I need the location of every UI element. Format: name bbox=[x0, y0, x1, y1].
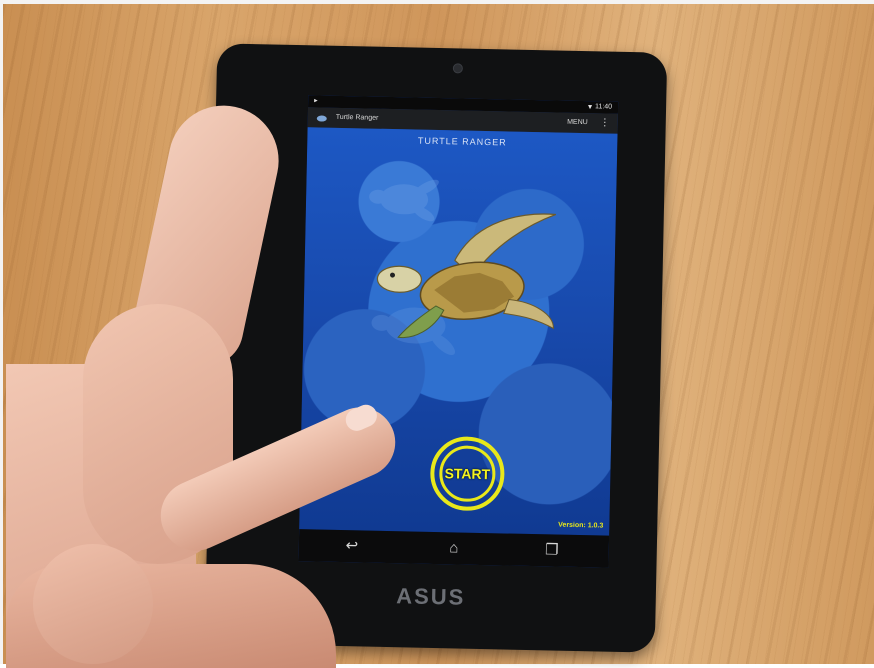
right-knuckles bbox=[33, 544, 153, 664]
app-icon bbox=[316, 115, 327, 122]
action-bar-title: Turtle Ranger bbox=[335, 113, 379, 122]
menu-button[interactable]: MENU bbox=[567, 119, 588, 126]
tablet-device: ▸ ▾ 11:40 Turtle Ranger MENU ⋮ TURTLE RA… bbox=[204, 43, 668, 653]
signal-icon: ▸ bbox=[314, 97, 318, 105]
navigation-bar: ↩ ⌂ ❐ bbox=[298, 529, 610, 568]
start-button-label: START bbox=[444, 465, 491, 483]
overflow-menu-icon[interactable]: ⋮ bbox=[600, 117, 610, 128]
photo-scene: ▸ ▾ 11:40 Turtle Ranger MENU ⋮ TURTLE RA… bbox=[0, 0, 874, 668]
status-time: 11:40 bbox=[595, 103, 613, 111]
version-label: Version: 1.0.3 bbox=[558, 521, 604, 530]
recents-icon[interactable]: ❐ bbox=[543, 541, 561, 559]
home-icon[interactable]: ⌂ bbox=[445, 539, 463, 557]
wifi-icon: ▾ bbox=[587, 102, 593, 112]
back-icon[interactable]: ↩ bbox=[343, 537, 361, 555]
front-camera bbox=[452, 63, 463, 74]
tablet-screen: ▸ ▾ 11:40 Turtle Ranger MENU ⋮ TURTLE RA… bbox=[298, 95, 619, 568]
background-turtle bbox=[369, 179, 439, 222]
